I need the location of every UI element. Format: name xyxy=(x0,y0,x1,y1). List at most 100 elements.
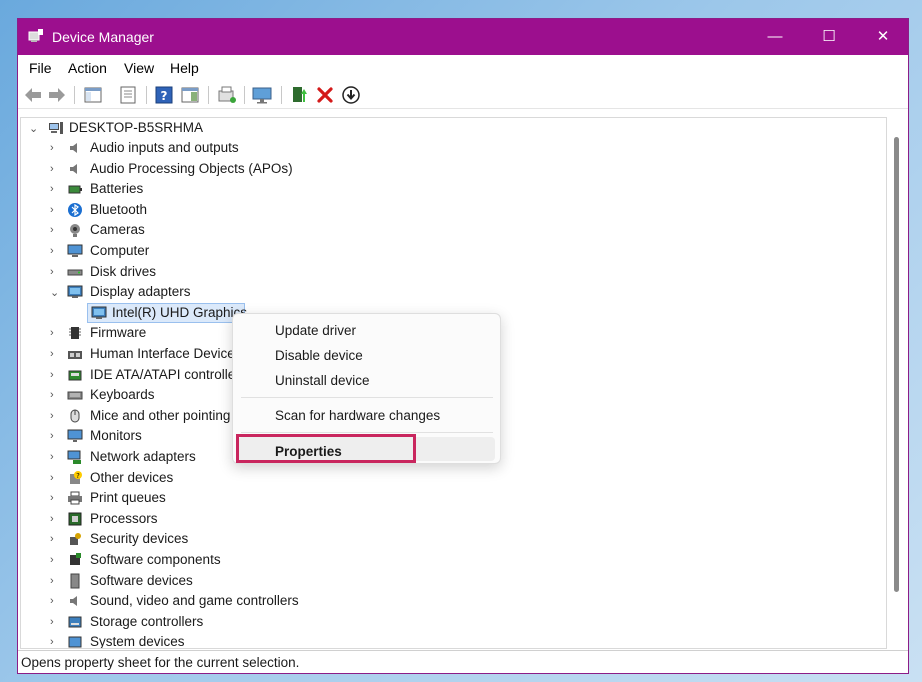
keyboard-icon xyxy=(67,391,83,400)
chevron-right-icon[interactable]: › xyxy=(50,204,60,216)
display-adapter-icon xyxy=(91,306,107,319)
menu-bar: File Action View Help xyxy=(18,56,908,81)
chevron-right-icon[interactable]: › xyxy=(50,348,60,360)
show-hide-console-tree-icon[interactable] xyxy=(82,84,104,106)
chevron-right-icon[interactable]: › xyxy=(50,224,60,236)
tree-category[interactable]: ›? Other devices xyxy=(21,468,886,488)
tree-category[interactable]: › Batteries xyxy=(21,179,886,199)
display-icon xyxy=(67,285,83,299)
menu-action[interactable]: Action xyxy=(68,60,107,76)
speaker-icon xyxy=(70,596,77,607)
chevron-right-icon[interactable]: › xyxy=(50,266,60,278)
tree-category[interactable]: › Processors xyxy=(21,509,886,529)
menu-item-uninstall-device[interactable]: Uninstall device xyxy=(275,373,370,388)
back-icon[interactable] xyxy=(22,84,44,106)
chevron-right-icon[interactable]: › xyxy=(50,142,60,154)
tree-category[interactable]: › Audio Processing Objects (APOs) xyxy=(21,159,886,179)
tree-category[interactable]: › Computer xyxy=(21,241,886,261)
tree-category[interactable]: › Disk drives xyxy=(21,262,886,282)
close-button[interactable]: ✕ xyxy=(860,19,906,55)
chevron-right-icon[interactable]: › xyxy=(50,533,60,545)
tree-root[interactable]: ⌄ DESKTOP-B5SRHMA xyxy=(21,118,886,138)
scrollbar-thumb[interactable] xyxy=(894,137,899,592)
chevron-right-icon[interactable]: › xyxy=(50,595,60,607)
tree-category[interactable]: › Bluetooth xyxy=(21,200,886,220)
tree-category[interactable]: › Security devices xyxy=(21,529,886,549)
menu-view[interactable]: View xyxy=(124,60,154,76)
title-bar[interactable]: Device Manager — ☐ ✕ xyxy=(18,19,908,55)
chevron-right-icon[interactable]: › xyxy=(50,492,60,504)
status-text: Opens property sheet for the current sel… xyxy=(21,655,300,670)
device-manager-app-icon xyxy=(28,29,43,42)
menu-item-scan-hardware[interactable]: Scan for hardware changes xyxy=(275,408,440,423)
chevron-right-icon[interactable]: › xyxy=(50,513,60,525)
tree-category[interactable]: › Cameras xyxy=(21,220,886,240)
battery-icon xyxy=(68,185,82,194)
menu-item-update-driver[interactable]: Update driver xyxy=(275,323,356,338)
tree-category-label: Cameras xyxy=(90,222,145,238)
help-icon[interactable]: ? xyxy=(153,84,175,106)
tree-category-label: Batteries xyxy=(90,181,144,197)
chevron-right-icon[interactable]: › xyxy=(50,636,60,648)
minimize-button[interactable]: — xyxy=(752,19,798,55)
chevron-down-icon[interactable]: ⌄ xyxy=(29,122,39,135)
window-title: Device Manager xyxy=(52,29,154,45)
ide-icon xyxy=(68,370,82,381)
hid-icon xyxy=(68,351,82,359)
storage-icon xyxy=(68,616,82,628)
scan-hardware-icon[interactable] xyxy=(216,84,238,106)
tree-category-label: Computer xyxy=(90,243,150,258)
menu-item-disable-device[interactable]: Disable device xyxy=(275,348,363,363)
computer-icon xyxy=(67,244,83,257)
status-bar: Opens property sheet for the current sel… xyxy=(18,650,908,673)
computer-root-icon xyxy=(49,122,63,134)
menu-help[interactable]: Help xyxy=(170,60,199,76)
tree-category[interactable]: › Audio inputs and outputs xyxy=(21,138,886,158)
unknown-device-icon: ? xyxy=(70,470,82,484)
tree-category-label: Other devices xyxy=(90,469,174,485)
speaker-icon xyxy=(70,143,77,153)
chevron-right-icon[interactable]: › xyxy=(50,245,60,257)
tree-category[interactable]: › Storage controllers xyxy=(21,612,886,632)
chevron-right-icon[interactable]: › xyxy=(50,183,60,195)
tree-category-label: Security devices xyxy=(90,531,189,547)
chevron-down-icon[interactable]: ⌄ xyxy=(50,286,60,299)
download-icon[interactable] xyxy=(340,84,362,106)
chevron-right-icon[interactable]: › xyxy=(50,451,60,463)
tree-category[interactable]: › Software devices xyxy=(21,571,886,591)
tree-category-label: System devices xyxy=(90,634,185,649)
chevron-right-icon[interactable]: › xyxy=(50,163,60,175)
network-icon xyxy=(67,450,81,464)
monitor-icon[interactable] xyxy=(251,84,273,106)
forward-icon[interactable] xyxy=(46,84,68,106)
chevron-right-icon[interactable]: › xyxy=(50,616,60,628)
svg-text:?: ? xyxy=(161,89,168,103)
tree-category[interactable]: › System devices xyxy=(21,632,886,649)
vertical-scrollbar[interactable] xyxy=(888,117,906,649)
menu-file[interactable]: File xyxy=(29,60,52,76)
tree-category-label: Human Interface Devices xyxy=(90,346,242,361)
tree-category[interactable]: › Software components xyxy=(21,550,886,570)
chevron-right-icon[interactable]: › xyxy=(50,554,60,566)
properties-icon[interactable] xyxy=(117,84,139,106)
speaker-icon xyxy=(70,163,77,174)
chevron-right-icon[interactable]: › xyxy=(50,389,60,401)
chevron-right-icon[interactable]: › xyxy=(50,369,60,381)
tree-device-label: Intel(R) UHD Graphics xyxy=(112,304,248,320)
uninstall-icon[interactable] xyxy=(314,84,336,106)
chevron-right-icon[interactable]: › xyxy=(50,410,60,422)
tree-category-label: Monitors xyxy=(90,428,142,444)
tree-category[interactable]: › Sound, video and game controllers xyxy=(21,591,886,611)
chevron-right-icon[interactable]: › xyxy=(50,327,60,339)
update-driver-icon[interactable] xyxy=(288,84,310,106)
tree-category[interactable]: ⌄ Display adapters xyxy=(21,282,886,302)
tree-category[interactable]: › Print queues xyxy=(21,488,886,508)
tree-category-label: Bluetooth xyxy=(90,201,148,217)
maximize-button[interactable]: ☐ xyxy=(806,19,852,55)
disk-icon xyxy=(67,269,83,276)
chevron-right-icon[interactable]: › xyxy=(50,472,60,484)
tree-root-label: DESKTOP-B5SRHMA xyxy=(69,120,204,135)
chevron-right-icon[interactable]: › xyxy=(50,430,60,442)
chevron-right-icon[interactable]: › xyxy=(50,575,60,587)
action-pane-icon[interactable] xyxy=(179,84,201,106)
